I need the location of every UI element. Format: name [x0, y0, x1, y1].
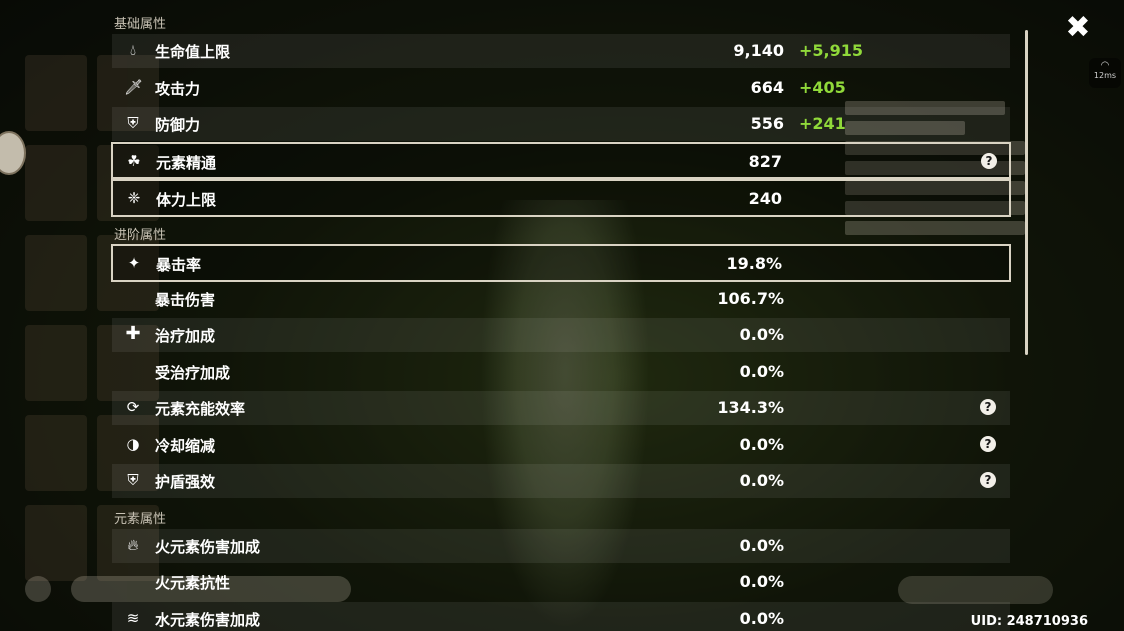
stat-label: 防御力	[155, 116, 201, 134]
stat-row-def[interactable]: ⛨ 防御力 556 +241	[112, 107, 1010, 141]
stat-value: 827	[748, 152, 782, 171]
ping-indicator: ◠ 12ms	[1089, 58, 1121, 88]
energy-recharge-icon: ⟳	[126, 398, 140, 416]
cd-reduction-icon: ◑	[126, 435, 140, 453]
stat-value: 0.0%	[739, 362, 784, 381]
stat-row-pyro-dmg[interactable]: 🔥︎ 火元素伤害加成 0.0%	[112, 529, 1010, 563]
help-icon[interactable]: ?	[980, 436, 996, 452]
attribute-panel: 基础属性 💧︎ 生命值上限 9,140 +5,915 🗡︎ 攻击力 664 +4…	[111, 0, 1012, 631]
stat-row-elemental-mastery[interactable]: ☘ 元素精通 827 ?	[111, 142, 1011, 179]
bg-card	[25, 145, 87, 221]
help-icon[interactable]: ?	[980, 472, 996, 488]
bg-card	[25, 55, 87, 131]
stat-label: 受治疗加成	[155, 364, 231, 382]
uid-label: UID: 248710936	[970, 614, 1088, 629]
stat-label: 护盾强效	[155, 473, 216, 491]
pyro-icon: 🔥︎	[127, 536, 139, 554]
stat-label: 暴击伤害	[155, 291, 216, 309]
close-icon[interactable]: ✖	[1062, 12, 1094, 44]
stat-value: 134.3%	[717, 398, 784, 417]
ping-text: 12ms	[1093, 71, 1117, 80]
stat-value: 0.0%	[739, 536, 784, 555]
stat-bonus: +405	[799, 78, 846, 97]
stat-row-shield-strength[interactable]: ⛨ 护盾强效 0.0% ?	[112, 464, 1010, 498]
elemental-mastery-icon: ☘	[127, 152, 141, 170]
healing-cross-icon: ✚	[125, 323, 141, 344]
stat-label: 体力上限	[156, 191, 217, 209]
stat-label: 火元素伤害加成	[155, 538, 261, 556]
stat-label: 冷却缩减	[155, 437, 216, 455]
stat-value: 9,140	[733, 41, 784, 60]
stat-label: 攻击力	[155, 80, 201, 98]
wifi-icon: ◠	[1100, 60, 1110, 71]
bg-filter-circle	[25, 576, 51, 602]
stat-value: 0.0%	[739, 325, 784, 344]
stat-label: 元素精通	[156, 154, 217, 172]
bg-card	[25, 235, 87, 311]
stat-row-incoming-healing[interactable]: 受治疗加成 0.0%	[112, 355, 1010, 389]
stat-row-stamina[interactable]: ❈ 体力上限 240	[111, 179, 1011, 217]
stat-value: 240	[748, 189, 782, 208]
stat-label: 火元素抗性	[155, 574, 231, 592]
bg-card	[25, 415, 87, 491]
stat-value: 0.0%	[739, 572, 784, 591]
stat-row-atk[interactable]: 🗡︎ 攻击力 664 +405	[112, 71, 1010, 105]
scrollbar[interactable]	[1025, 30, 1028, 355]
stat-bonus: +5,915	[799, 41, 864, 60]
stat-label: 水元素伤害加成	[155, 611, 261, 629]
stat-label: 生命值上限	[155, 43, 231, 61]
atk-sword-icon: 🗡︎	[124, 78, 144, 96]
stamina-icon: ❈	[127, 189, 141, 207]
stat-row-energy-recharge[interactable]: ⟳ 元素充能效率 134.3% ?	[112, 391, 1010, 425]
help-icon[interactable]: ?	[980, 399, 996, 415]
stat-value: 106.7%	[717, 289, 784, 308]
stat-value: 19.8%	[726, 254, 782, 273]
stat-row-hp[interactable]: 💧︎ 生命值上限 9,140 +5,915	[112, 34, 1010, 68]
section-title-elemental: 元素属性	[114, 512, 167, 527]
crit-rate-icon: ✦	[127, 254, 141, 272]
stat-row-hydro-dmg[interactable]: ≋ 水元素伤害加成 0.0%	[112, 602, 1010, 631]
stat-row-cd-reduction[interactable]: ◑ 冷却缩减 0.0% ?	[112, 428, 1010, 462]
stat-row-crit-rate[interactable]: ✦ 暴击率 19.8%	[111, 244, 1011, 282]
hydro-icon: ≋	[126, 609, 140, 627]
stat-bonus: +241	[799, 114, 846, 133]
stat-value: 556	[750, 114, 784, 133]
hp-drop-icon: 💧︎	[129, 41, 136, 59]
stat-label: 暴击率	[156, 256, 202, 274]
stat-value: 664	[750, 78, 784, 97]
stat-row-crit-dmg[interactable]: 暴击伤害 106.7%	[112, 282, 1010, 316]
stat-row-pyro-res[interactable]: 火元素抗性 0.0%	[112, 565, 1010, 599]
bg-card	[25, 325, 87, 401]
stat-row-healing-bonus[interactable]: ✚ 治疗加成 0.0%	[112, 318, 1010, 352]
stat-value: 0.0%	[739, 435, 784, 454]
shield-strength-icon: ⛨	[127, 471, 139, 489]
stat-label: 元素充能效率	[155, 400, 246, 418]
bg-card	[25, 505, 87, 581]
stat-value: 0.0%	[739, 609, 784, 628]
stat-label: 治疗加成	[155, 327, 216, 345]
stat-value: 0.0%	[739, 471, 784, 490]
help-icon[interactable]: ?	[981, 153, 997, 169]
def-shield-icon: ⛨	[127, 114, 139, 132]
section-title-advanced: 进阶属性	[114, 228, 167, 243]
section-title-base: 基础属性	[114, 17, 167, 32]
